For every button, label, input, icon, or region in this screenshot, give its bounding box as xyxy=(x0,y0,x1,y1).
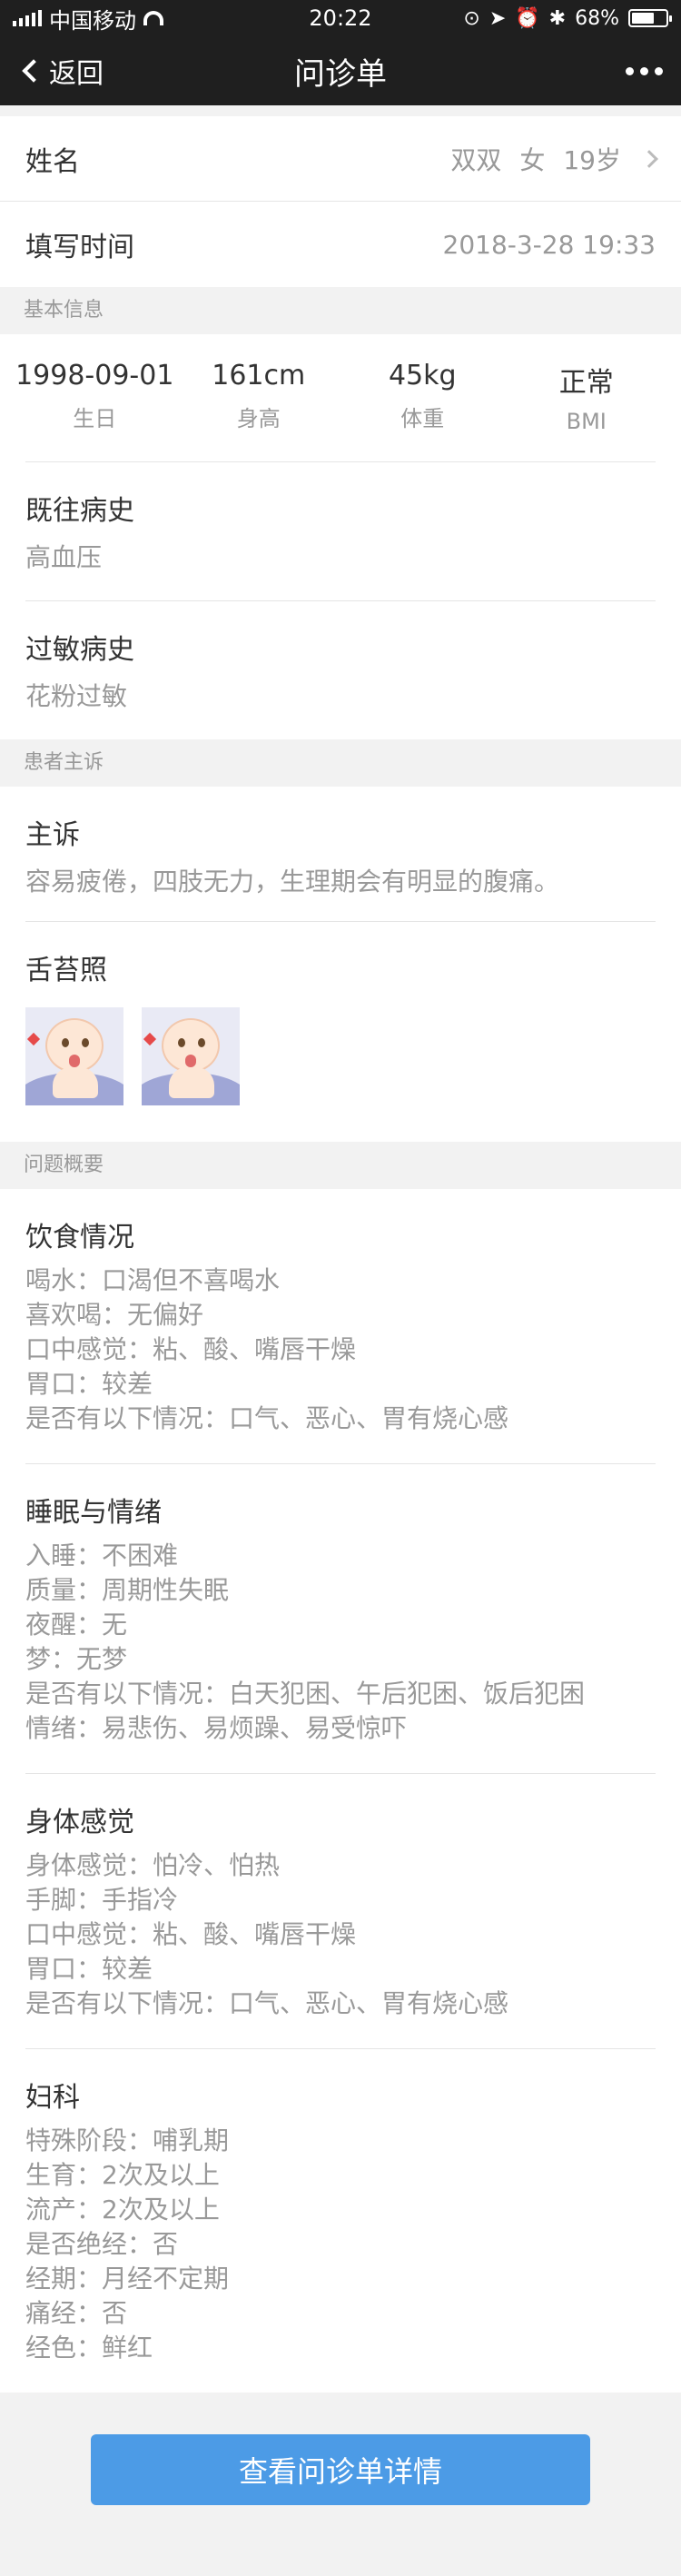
alarm-icon: ⏰ xyxy=(515,6,540,30)
tongue-title: 舌苔照 xyxy=(25,955,107,986)
question-answer: 质量：周期性失眠 xyxy=(25,1575,230,1605)
stat-label: 生日 xyxy=(73,406,117,431)
fill-time-label: 填写时间 xyxy=(25,232,134,263)
question-answer: 痛经：否 xyxy=(25,2298,128,2328)
location-icon: ➤ xyxy=(489,6,507,30)
question-answer: 是否有以下情况：口气、恶心、胃有烧心感 xyxy=(25,1403,509,1433)
tongue-photo[interactable] xyxy=(25,1007,123,1105)
name-label: 姓名 xyxy=(25,145,80,178)
question-answer: 是否绝经：否 xyxy=(25,2229,179,2259)
complaint-title: 主诉 xyxy=(25,819,80,851)
stat-value: 1998-09-01 xyxy=(15,360,174,391)
question-answer: 经色：鲜红 xyxy=(25,2333,153,2363)
question-group-title: 妇科 xyxy=(25,2082,80,2114)
stat-label: BMI xyxy=(566,409,607,434)
question-answer: 身体感觉：怕冷、怕热 xyxy=(25,1850,281,1880)
back-button[interactable]: 返回 xyxy=(18,51,104,91)
history-title: 既往病史 xyxy=(25,495,134,527)
patient-info: 双双 女 19岁 xyxy=(450,141,658,177)
status-left: 中国移动 xyxy=(13,3,163,35)
stat-birthday: 1998-09-01 生日 xyxy=(13,360,177,434)
chevron-left-icon xyxy=(22,59,45,83)
stat-label: 体重 xyxy=(400,406,445,431)
section-complaint: 患者主诉 xyxy=(0,739,681,787)
tongue-photos: 舌苔照 xyxy=(0,922,681,1142)
status-bar: 中国移动 20:22 ⊙ ➤ ⏰ ✱ 68% xyxy=(0,0,681,36)
allergy-history: 过敏病史 花粉过敏 xyxy=(0,601,681,739)
question-answer: 喜欢喝：无偏好 xyxy=(25,1300,204,1330)
question-answer: 特殊阶段：哺乳期 xyxy=(25,2125,230,2155)
question-answer: 经期：月经不定期 xyxy=(25,2264,230,2294)
question-answer: 流产：2次及以上 xyxy=(25,2195,220,2224)
bluetooth-icon: ✱ xyxy=(548,6,567,30)
question-group-title: 饮食情况 xyxy=(25,1222,134,1253)
stat-bmi: 正常 BMI xyxy=(505,360,669,434)
fill-time-row: 填写时间 2018-3-28 19:33 xyxy=(0,202,681,287)
more-dot-icon xyxy=(655,66,663,75)
view-details-button[interactable]: 查看问诊单详情 xyxy=(91,2434,590,2505)
question-group: 睡眠与情绪入睡：不困难质量：周期性失眠 夜醒：无梦：无梦是否有以下情况：白天犯困、… xyxy=(0,1464,681,1773)
allergy-title: 过敏病史 xyxy=(25,634,134,666)
tongue-image-list xyxy=(25,1007,656,1105)
question-answer: 情绪：易悲伤、易烦躁、易受惊吓 xyxy=(25,1713,408,1743)
medical-history: 既往病史 高血压 xyxy=(0,462,681,600)
stat-height: 161cm 身高 xyxy=(177,360,341,434)
battery-percent: 68% xyxy=(575,6,619,30)
question-answer: 是否有以下情况：白天犯困、午后犯困、饭后犯困 xyxy=(25,1679,586,1709)
patient-gender: 女 xyxy=(519,144,546,175)
question-answer: 胃口：较差 xyxy=(25,1954,153,1984)
back-label: 返回 xyxy=(49,58,104,90)
tongue-photo[interactable] xyxy=(142,1007,240,1105)
stat-weight: 45kg 体重 xyxy=(340,360,505,434)
overview-card: 饮食情况 喝水：口渴但不喜喝水 喜欢喝：无偏好 口中感觉：粘、酸、嘴唇干燥 胃口：较差是… xyxy=(0,1189,681,2393)
more-dot-icon xyxy=(640,66,648,75)
question-group: 饮食情况喝水：口渴但不喜喝水 喜欢喝：无偏好口中感觉：粘、酸、嘴唇干燥 胃口：较差是… xyxy=(0,1189,681,1463)
question-answer: 手脚：手指冷 xyxy=(25,1885,179,1915)
question-answer: 生育：2次及以上 xyxy=(25,2160,220,2190)
complaint-text: 容易疲倦，四肢无力，生理期会有明显的腹痛。 xyxy=(25,867,560,897)
more-menu-button[interactable] xyxy=(626,66,663,75)
signal-icon xyxy=(13,10,42,26)
navigation-bar: 返回 问诊单 xyxy=(0,36,681,105)
main-complaint: 主诉 容易疲倦，四肢无力，生理期会有明显的腹痛。 xyxy=(0,787,681,921)
question-answer: 入睡：不困难 xyxy=(25,1541,179,1570)
footer: 查看问诊单详情 xyxy=(0,2393,681,2505)
complaint-card: 主诉 容易疲倦，四肢无力，生理期会有明显的腹痛。 舌苔照 xyxy=(0,787,681,1142)
question-answer: 胃口：较差 xyxy=(25,1369,153,1399)
section-overview: 问题概要 xyxy=(0,1142,681,1189)
question-group: 妇科特殊阶段：哺乳期 生育：2次及以上 流产：2次及以上 是否绝经：否经期：月经不定期… xyxy=(0,2049,681,2393)
fill-time-value: 2018-3-28 19:33 xyxy=(442,229,656,260)
patient-card: 姓名 双双 女 19岁 填写时间 2018-3-28 19:33 xyxy=(0,116,681,287)
patient-name: 双双 xyxy=(450,144,502,175)
question-answer: 梦：无梦 xyxy=(25,1644,128,1674)
stat-value: 45kg xyxy=(388,360,457,391)
basic-info-card: 1998-09-01 生日 161cm 身高 45kg 体重 正常 BMI 既往病史 高… xyxy=(0,334,681,739)
question-answer: 夜醒：无 xyxy=(25,1610,128,1640)
more-dot-icon xyxy=(626,66,634,75)
stat-value: 正常 xyxy=(558,367,614,399)
question-answer: 口中感觉：粘、酸、嘴唇干燥 xyxy=(25,1334,357,1364)
question-answer: 喝水：口渴但不喜喝水 xyxy=(25,1265,281,1295)
lock-rotation-icon: ⊙ xyxy=(463,6,480,30)
carrier-label: 中国移动 xyxy=(49,7,136,34)
question-answer: 口中感觉：粘、酸、嘴唇干燥 xyxy=(25,1919,357,1949)
allergy-text: 花粉过敏 xyxy=(25,681,128,711)
question-group-title: 身体感觉 xyxy=(25,1807,134,1838)
battery-icon xyxy=(628,9,672,27)
stat-value: 161cm xyxy=(212,360,306,391)
history-text: 高血压 xyxy=(25,542,103,572)
basic-stats: 1998-09-01 生日 161cm 身高 45kg 体重 正常 BMI xyxy=(0,334,681,461)
stat-label: 身高 xyxy=(236,406,281,431)
wifi-icon xyxy=(143,11,163,25)
chevron-right-icon xyxy=(640,149,658,168)
patient-age: 19岁 xyxy=(563,144,621,175)
question-group-title: 睡眠与情绪 xyxy=(25,1497,162,1529)
section-basic-info: 基本信息 xyxy=(0,287,681,334)
patient-name-row[interactable]: 姓名 双双 女 19岁 xyxy=(0,116,681,202)
question-answer: 是否有以下情况：口气、恶心、胃有烧心感 xyxy=(25,1988,509,2018)
status-right: ⊙ ➤ ⏰ ✱ 68% xyxy=(463,6,672,30)
question-group: 身体感觉身体感觉：怕冷、怕热 手脚：手指冷口中感觉：粘、酸、嘴唇干燥 胃口：较差是否… xyxy=(0,1774,681,2048)
